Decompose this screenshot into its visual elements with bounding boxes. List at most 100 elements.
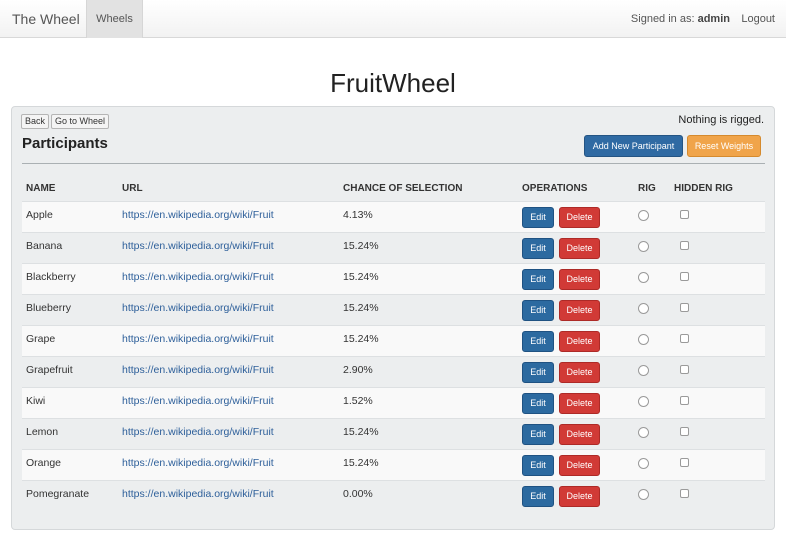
participant-chance: 4.13% [343,209,373,221]
rig-radio[interactable] [638,458,649,469]
navbar: The Wheel Wheels Signed in as: admin Log… [0,0,786,38]
delete-button[interactable]: Delete [559,300,600,321]
edit-button[interactable]: Edit [522,331,554,352]
go-to-wheel-button[interactable]: Go to Wheel [51,114,110,129]
participant-chance: 15.24% [343,426,379,438]
participant-chance: 15.24% [343,271,379,283]
table-row: Banana https://en.wikipedia.org/wiki/Fru… [22,232,765,263]
reset-weights-button[interactable]: Reset Weights [687,135,761,157]
participant-url-link[interactable]: https://en.wikipedia.org/wiki/Fruit [122,426,274,438]
logout-link[interactable]: Logout [741,13,775,25]
rig-radio[interactable] [638,427,649,438]
hidden-rig-checkbox[interactable] [680,427,689,436]
participant-chance: 2.90% [343,364,373,376]
participant-url-link[interactable]: https://en.wikipedia.org/wiki/Fruit [122,209,274,221]
hidden-rig-checkbox[interactable] [680,396,689,405]
participant-name: Grape [26,333,56,345]
edit-button[interactable]: Edit [522,238,554,259]
rig-radio[interactable] [638,303,649,314]
participant-name: Kiwi [26,395,46,407]
hidden-rig-checkbox[interactable] [680,303,689,312]
table-row: Kiwi https://en.wikipedia.org/wiki/Fruit… [22,387,765,418]
table-row: Pomegranate https://en.wikipedia.org/wik… [22,480,765,511]
column-header-rig: RIG [638,183,656,194]
edit-button[interactable]: Edit [522,486,554,507]
participant-url-link[interactable]: https://en.wikipedia.org/wiki/Fruit [122,364,274,376]
participant-url-link[interactable]: https://en.wikipedia.org/wiki/Fruit [122,488,274,500]
rig-radio[interactable] [638,272,649,283]
participant-url-link[interactable]: https://en.wikipedia.org/wiki/Fruit [122,240,274,252]
rig-radio[interactable] [638,241,649,252]
participant-name: Lemon [26,426,59,438]
add-participant-button[interactable]: Add New Participant [584,135,683,157]
participant-name: Grapefruit [26,364,73,376]
delete-button[interactable]: Delete [559,362,600,383]
column-header-name: NAME [26,183,56,194]
participant-name: Blackberry [26,271,76,283]
divider [22,163,765,164]
delete-button[interactable]: Delete [559,331,600,352]
column-header-hidden-rig: HIDDEN RIG [674,183,733,194]
edit-button[interactable]: Edit [522,393,554,414]
edit-button[interactable]: Edit [522,362,554,383]
section-title: Participants [22,135,108,152]
hidden-rig-checkbox[interactable] [680,334,689,343]
delete-button[interactable]: Delete [559,486,600,507]
delete-button[interactable]: Delete [559,455,600,476]
participant-name: Banana [26,240,63,252]
delete-button[interactable]: Delete [559,424,600,445]
rig-radio[interactable] [638,489,649,500]
participants-panel: Back Go to Wheel Nothing is rigged. Part… [11,106,775,530]
table-row: Blueberry https://en.wikipedia.org/wiki/… [22,294,765,325]
participant-name: Orange [26,457,62,469]
edit-button[interactable]: Edit [522,269,554,290]
edit-button[interactable]: Edit [522,455,554,476]
participant-url-link[interactable]: https://en.wikipedia.org/wiki/Fruit [122,395,274,407]
participant-chance: 15.24% [343,333,379,345]
participant-chance: 15.24% [343,302,379,314]
rig-status-text: Nothing is rigged. [678,114,764,126]
rig-radio[interactable] [638,365,649,376]
hidden-rig-checkbox[interactable] [680,210,689,219]
rig-radio[interactable] [638,334,649,345]
delete-button[interactable]: Delete [559,238,600,259]
page-title: FruitWheel [330,68,456,98]
participants-table: NAME URL CHANCE OF SELECTION OPERATIONS … [22,177,765,511]
edit-button[interactable]: Edit [522,424,554,445]
participant-name: Pomegranate [26,488,90,500]
table-row: Apple https://en.wikipedia.org/wiki/Frui… [22,201,765,232]
participant-chance: 0.00% [343,488,373,500]
participant-url-link[interactable]: https://en.wikipedia.org/wiki/Fruit [122,457,274,469]
table-header: NAME URL CHANCE OF SELECTION OPERATIONS … [22,177,765,201]
rig-radio[interactable] [638,396,649,407]
hidden-rig-checkbox[interactable] [680,458,689,467]
hidden-rig-checkbox[interactable] [680,272,689,281]
delete-button[interactable]: Delete [559,269,600,290]
participant-url-link[interactable]: https://en.wikipedia.org/wiki/Fruit [122,333,274,345]
hidden-rig-checkbox[interactable] [680,365,689,374]
table-row: Grape https://en.wikipedia.org/wiki/Frui… [22,325,765,356]
table-row: Blackberry https://en.wikipedia.org/wiki… [22,263,765,294]
participant-url-link[interactable]: https://en.wikipedia.org/wiki/Fruit [122,271,274,283]
delete-button[interactable]: Delete [559,393,600,414]
participant-name: Blueberry [26,302,71,314]
brand-link[interactable]: The Wheel [12,11,80,27]
column-header-operations: OPERATIONS [522,183,588,194]
username: admin [697,13,730,25]
signed-in-status: Signed in as: admin [631,13,730,25]
column-header-chance: CHANCE OF SELECTION [343,183,463,194]
edit-button[interactable]: Edit [522,207,554,228]
participant-name: Apple [26,209,53,221]
hidden-rig-checkbox[interactable] [680,489,689,498]
column-header-url: URL [122,183,143,194]
delete-button[interactable]: Delete [559,207,600,228]
participant-chance: 1.52% [343,395,373,407]
rig-radio[interactable] [638,210,649,221]
hidden-rig-checkbox[interactable] [680,241,689,250]
participant-url-link[interactable]: https://en.wikipedia.org/wiki/Fruit [122,302,274,314]
edit-button[interactable]: Edit [522,300,554,321]
signed-in-label: Signed in as: [630,13,695,25]
nav-tab-wheels[interactable]: Wheels [86,0,143,38]
back-button[interactable]: Back [21,114,50,129]
participant-chance: 15.24% [343,457,379,469]
